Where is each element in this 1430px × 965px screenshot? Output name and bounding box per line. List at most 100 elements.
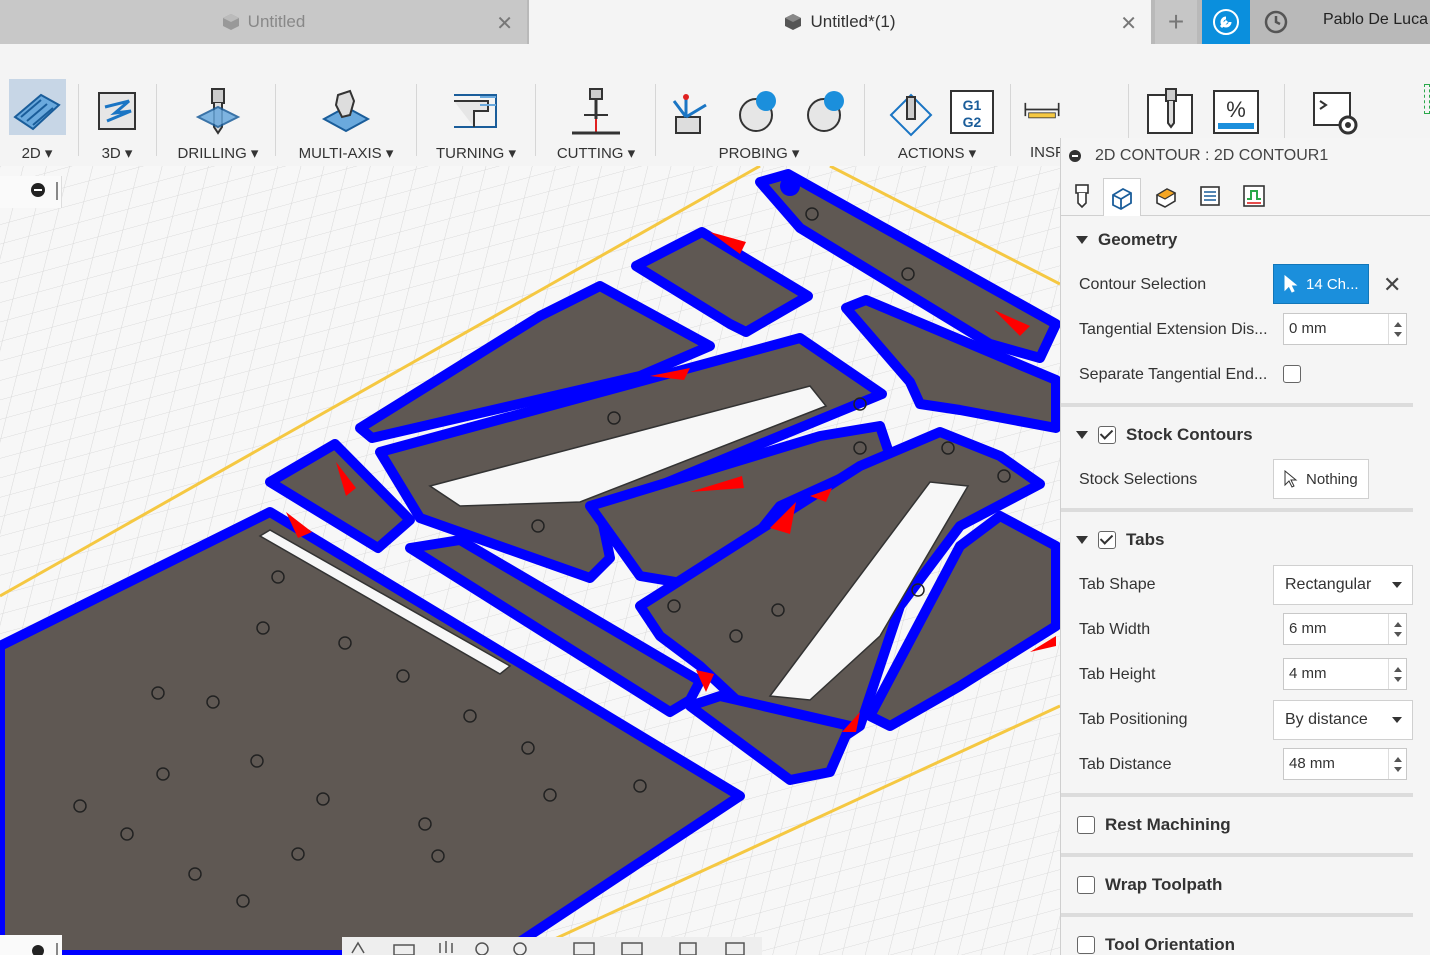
- toolpath-model-view[interactable]: [0, 166, 1060, 955]
- tab-passes[interactable]: [1191, 178, 1229, 214]
- tab-tool[interactable]: [1063, 178, 1101, 214]
- stock-selections-label: Stock Selections: [1079, 471, 1198, 488]
- select-value: By distance: [1285, 711, 1368, 728]
- inspect-icon: [1022, 82, 1062, 142]
- document-tab-bar: Untitled ✕ Untitled*(1) ✕ + Pablo De Luc…: [0, 0, 1430, 44]
- dialog-title: 2D CONTOUR : 2D CONTOUR1: [1095, 147, 1329, 164]
- multi-axis-icon: [290, 82, 402, 142]
- 3d-adaptive-icon: [86, 82, 148, 142]
- linking-icon: [1243, 185, 1265, 207]
- extensions-button[interactable]: [1202, 0, 1250, 44]
- section-rest-machining[interactable]: Rest Machining: [1061, 805, 1430, 845]
- separate-tangential-label: Separate Tangential End...: [1079, 366, 1268, 383]
- spinner-icon[interactable]: [1388, 659, 1406, 689]
- close-tab-icon[interactable]: ✕: [496, 11, 513, 36]
- settings-gear-icon: [1304, 82, 1364, 142]
- toolbar-group-label: 2D ▾: [21, 145, 53, 162]
- expand-triangle-icon: [1076, 431, 1088, 439]
- toolbar-group-label: 3D ▾: [101, 145, 133, 162]
- canvas-viewport[interactable]: [0, 166, 1060, 955]
- turning-icon: [428, 82, 524, 142]
- toolbar-group-label: DRILLING ▾: [177, 145, 259, 162]
- field-value: 4 mm: [1289, 665, 1327, 682]
- cutting-icon: [546, 82, 646, 142]
- spinner-icon[interactable]: [1388, 614, 1406, 644]
- toolbar-group-drilling[interactable]: DRILLING ▾: [168, 82, 268, 172]
- rest-machining-checkbox[interactable]: [1077, 816, 1095, 834]
- section-title: Stock Contours: [1126, 425, 1253, 444]
- tangential-extension-input[interactable]: 0 mm: [1283, 313, 1407, 345]
- toolbar-group-label: CUTTING ▾: [556, 145, 636, 162]
- expand-triangle-icon: [1076, 536, 1088, 544]
- toolbar-group-probing[interactable]: PROBING ▾: [664, 82, 854, 172]
- cursor-arrow-icon: [1284, 275, 1298, 293]
- navigation-toolbar: [342, 937, 762, 956]
- tab-untitled-1[interactable]: Untitled*(1) ✕: [529, 0, 1151, 44]
- collapse-dialog-icon[interactable]: [1069, 150, 1081, 162]
- tool-library-icon: [1140, 82, 1200, 142]
- toolbar-group-turning[interactable]: TURNING ▾: [428, 82, 524, 172]
- section-divider: [1061, 793, 1413, 797]
- tool-orientation-checkbox[interactable]: [1077, 936, 1095, 954]
- close-tab-icon[interactable]: ✕: [1120, 11, 1137, 36]
- section-divider: [1061, 913, 1413, 917]
- new-tab-button[interactable]: +: [1155, 0, 1197, 44]
- section-geometry[interactable]: Geometry: [1061, 220, 1430, 260]
- operation-dialog: 2D CONTOUR : 2D CONTOUR1 Geometry Contou…: [1060, 138, 1430, 955]
- nav-tools-icon[interactable]: [342, 937, 762, 956]
- actions-icon: G1 G2: [876, 82, 998, 142]
- separate-tangential-checkbox[interactable]: [1283, 365, 1301, 383]
- tab-width-input[interactable]: 6 mm: [1283, 613, 1407, 645]
- tab-height-label: Tab Height: [1079, 666, 1156, 683]
- toolbar-group-multi-axis[interactable]: MULTI-AXIS ▾: [290, 82, 402, 172]
- clear-selection-icon[interactable]: ✕: [1383, 272, 1401, 298]
- toolbar-group-label: TURNING ▾: [435, 145, 517, 162]
- stock-selections-button[interactable]: Nothing: [1273, 459, 1369, 499]
- tab-heights[interactable]: [1147, 178, 1185, 214]
- toolbar-group-cutting[interactable]: CUTTING ▾: [546, 82, 646, 172]
- toolbar-group-actions[interactable]: G1 G2 ACTIONS ▾: [876, 82, 998, 172]
- section-title: Tabs: [1126, 530, 1165, 549]
- tab-positioning-select[interactable]: By distance: [1273, 700, 1413, 740]
- dialog-header[interactable]: 2D CONTOUR : 2D CONTOUR1: [1061, 138, 1430, 174]
- tab-height-input[interactable]: 4 mm: [1283, 658, 1407, 690]
- toolbar-group-3d[interactable]: 3D ▾: [86, 82, 148, 172]
- browser-collapsed-bar[interactable]: [0, 176, 62, 208]
- contour-selection-button[interactable]: 14 Ch...: [1273, 264, 1369, 304]
- start-point-marker: [780, 176, 800, 196]
- job-status-button[interactable]: [1256, 0, 1296, 44]
- probing-icon: [664, 82, 854, 142]
- section-tool-orientation[interactable]: Tool Orientation: [1061, 925, 1430, 965]
- svg-text:%: %: [1226, 97, 1246, 122]
- post-process-icon: %: [1206, 82, 1266, 142]
- bottom-browser-bar[interactable]: [0, 935, 62, 957]
- cursor-arrow-icon: [1284, 470, 1298, 488]
- tab-geometry[interactable]: [1103, 178, 1141, 216]
- toolbar-group-label: ACTIONS ▾: [897, 145, 977, 162]
- tab-untitled[interactable]: Untitled ✕: [0, 0, 527, 44]
- tabs-checkbox[interactable]: [1098, 531, 1116, 549]
- section-stock-contours[interactable]: Stock Contours: [1061, 415, 1430, 455]
- section-tabs[interactable]: Tabs: [1061, 520, 1430, 560]
- dropdown-caret-icon: [1392, 582, 1402, 588]
- expand-triangle-icon: [1076, 236, 1088, 244]
- tool-icon: [1075, 184, 1089, 209]
- toolbar-group-2d[interactable]: 2D ▾: [6, 82, 68, 172]
- geometry-icon: [1112, 187, 1132, 210]
- toolbar-group-inspect[interactable]: INSP: [1022, 82, 1065, 172]
- spinner-icon[interactable]: [1388, 314, 1406, 344]
- tab-shape-select[interactable]: Rectangular: [1273, 565, 1413, 605]
- wrap-toolpath-checkbox[interactable]: [1077, 876, 1095, 894]
- section-title: Tool Orientation: [1105, 935, 1236, 954]
- tab-linking[interactable]: [1235, 178, 1273, 214]
- section-wrap-toolpath[interactable]: Wrap Toolpath: [1061, 865, 1430, 905]
- user-name[interactable]: Pablo De Luca: [1323, 11, 1428, 29]
- stock-contours-checkbox[interactable]: [1098, 426, 1116, 444]
- tab-label: Untitled*(1): [810, 12, 896, 31]
- toolbar-group-label: PROBING ▾: [718, 145, 800, 162]
- spinner-icon[interactable]: [1388, 749, 1406, 779]
- field-value: 48 mm: [1289, 755, 1335, 772]
- toolbar-group-label: MULTI-AXIS ▾: [298, 145, 394, 162]
- tab-distance-input[interactable]: 48 mm: [1283, 748, 1407, 780]
- contour-selection-value: 14 Ch...: [1306, 275, 1359, 293]
